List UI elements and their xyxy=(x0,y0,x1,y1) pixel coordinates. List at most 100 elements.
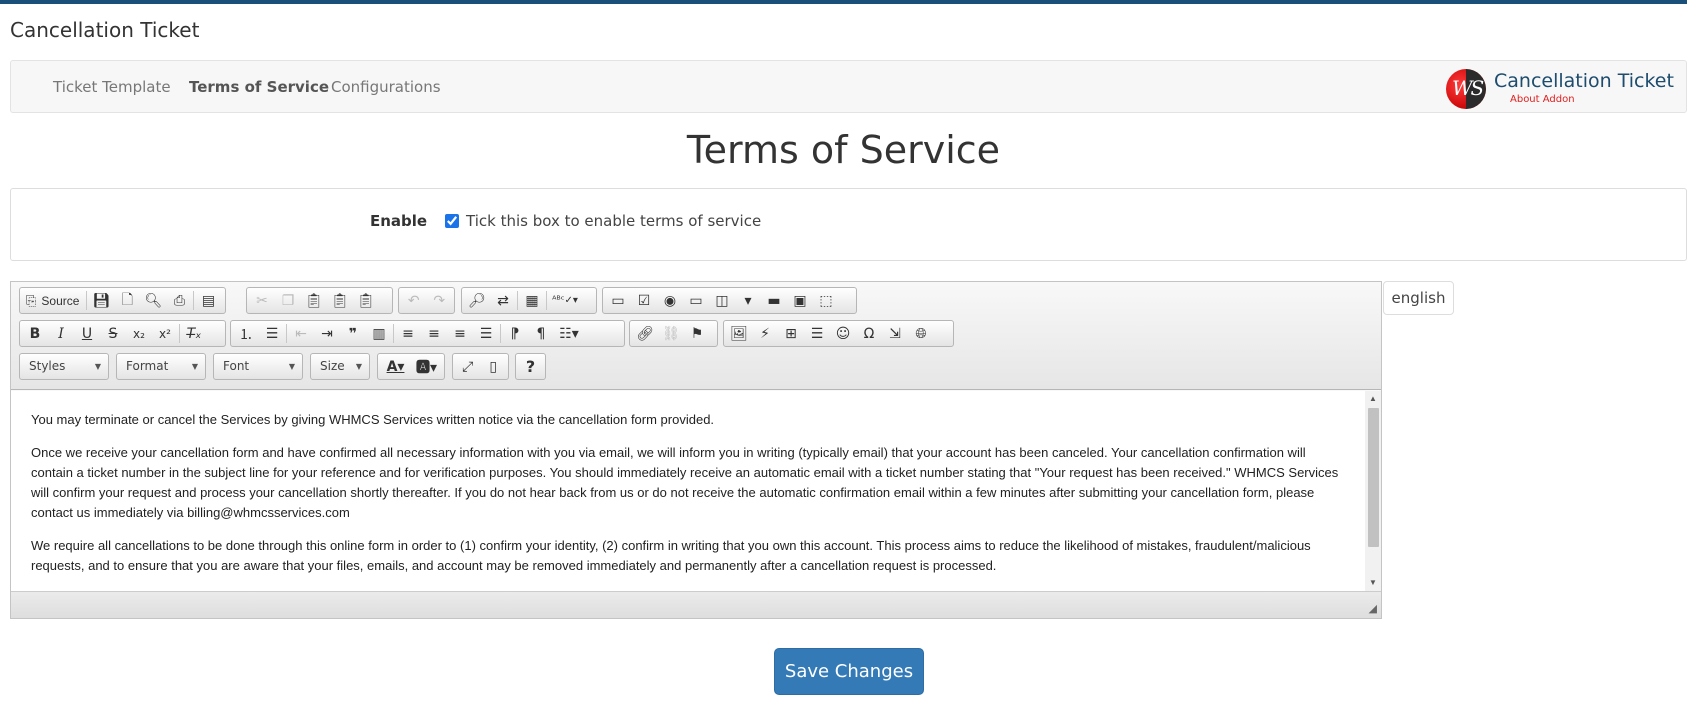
chevron-down-icon: ▼ xyxy=(94,362,101,371)
redo-icon[interactable]: ↷ xyxy=(427,289,453,312)
form-icon[interactable]: ▭ xyxy=(605,289,631,312)
language-icon[interactable]: ☷▾ xyxy=(554,322,584,345)
text-color-icon[interactable]: A▾ xyxy=(380,355,411,378)
link-icon[interactable]: 🔗︎ xyxy=(632,322,658,345)
size-dropdown[interactable]: Size ▼ xyxy=(310,353,370,380)
unlink-icon[interactable]: ⛓ xyxy=(658,322,684,345)
tos-paragraph: We require all cancellations to be done … xyxy=(31,538,1311,573)
indent-icon[interactable]: ⇥ xyxy=(314,322,340,345)
about-addon-link[interactable]: About Addon xyxy=(1510,94,1575,105)
templates-icon[interactable]: ▤ xyxy=(195,289,221,312)
resize-handle-icon[interactable]: ◢ xyxy=(1369,602,1377,615)
source-button[interactable]: ⎘ Source xyxy=(22,289,85,312)
toolbar-tools-group: ⤢ ▯ xyxy=(452,353,509,380)
table-icon[interactable]: ⊞ xyxy=(778,322,804,345)
scroll-thumb[interactable] xyxy=(1368,408,1379,547)
remove-format-icon[interactable]: T̶ₓ xyxy=(181,322,207,345)
horizontal-rule-icon[interactable]: ☰ xyxy=(804,322,830,345)
cut-icon[interactable]: ✂ xyxy=(249,289,275,312)
numbered-list-icon[interactable]: ⒈ xyxy=(233,322,259,345)
paste-word-icon[interactable]: 📋︎ xyxy=(353,289,379,312)
show-blocks-icon[interactable]: ▯ xyxy=(481,355,507,378)
toolbar-colors-group: A▾ 🅰︎▾ xyxy=(377,353,445,380)
tab-terms-of-service[interactable]: Terms of Service xyxy=(189,78,329,96)
align-center-icon[interactable]: ≡ xyxy=(421,322,447,345)
help-icon[interactable]: ? xyxy=(518,355,543,378)
align-left-icon[interactable]: ≡ xyxy=(395,322,421,345)
div-container-icon[interactable]: ▥ xyxy=(366,322,392,345)
radio-icon[interactable]: ◉ xyxy=(657,289,683,312)
button-field-icon[interactable]: ▬ xyxy=(761,289,787,312)
underline-icon[interactable]: U xyxy=(74,322,100,345)
background-color-icon[interactable]: 🅰︎▾ xyxy=(411,355,442,378)
bulleted-list-icon[interactable]: ☰ xyxy=(259,322,285,345)
enable-label: Enable xyxy=(370,212,428,230)
blockquote-icon[interactable]: ❞ xyxy=(340,322,366,345)
rich-text-editor: ⎘ Source 💾︎ 🗋 🔍︎ ⎙ ▤ ✂ ❐ 📋︎ 📋︎ 📋︎ ↶ ↷ 🔎︎ … xyxy=(10,281,1382,619)
undo-icon[interactable]: ↶ xyxy=(401,289,427,312)
tos-paragraph: You may terminate or cancel the Services… xyxy=(31,412,715,427)
save-changes-button[interactable]: Save Changes xyxy=(774,648,924,695)
toolbar-paragraph-group: ⒈ ☰ ⇤ ⇥ ❞ ▥ ≡ ≡ ≡ ☰ ⁋ ¶ ☷▾ xyxy=(230,320,625,347)
checkbox-icon[interactable]: ☑ xyxy=(631,289,657,312)
toolbar-undo-group: ↶ ↷ xyxy=(398,287,455,314)
ltr-icon[interactable]: ⁋ xyxy=(502,322,528,345)
new-page-icon[interactable]: 🗋 xyxy=(114,289,140,312)
format-dropdown[interactable]: Format ▼ xyxy=(116,353,206,380)
tos-paragraph: Once we receive your cancellation form a… xyxy=(31,445,1339,520)
language-tab-english[interactable]: english xyxy=(1383,281,1454,315)
brand-logo: WS xyxy=(1446,69,1486,109)
preview-icon[interactable]: 🔍︎ xyxy=(140,289,166,312)
align-justify-icon[interactable]: ☰ xyxy=(473,322,499,345)
toolbar-find-group: 🔎︎ ⇄ ▦ ᴬᴮᶜ✓▾ xyxy=(461,287,597,314)
paste-text-icon[interactable]: 📋︎ xyxy=(327,289,353,312)
styles-dropdown[interactable]: Styles ▼ xyxy=(19,353,109,380)
scroll-up-arrow-icon[interactable]: ▲ xyxy=(1365,391,1381,407)
chevron-down-icon: ▼ xyxy=(288,362,295,371)
editor-content-area[interactable]: You may terminate or cancel the Services… xyxy=(11,391,1381,591)
toolbar-about-group: ? xyxy=(515,353,546,380)
outdent-icon[interactable]: ⇤ xyxy=(288,322,314,345)
subscript-icon[interactable]: x₂ xyxy=(126,322,152,345)
anchor-icon[interactable]: ⚑ xyxy=(684,322,710,345)
page-break-icon[interactable]: ⇲ xyxy=(882,322,908,345)
enable-panel: Enable Tick this box to enable terms of … xyxy=(10,188,1687,261)
flash-icon[interactable]: ⚡ xyxy=(752,322,778,345)
toolbar-forms-group: ▭ ☑ ◉ ▭ ◫ ▾ ▬ ▣ ⬚ xyxy=(602,287,857,314)
replace-icon[interactable]: ⇄ xyxy=(490,289,516,312)
italic-icon[interactable]: I xyxy=(48,322,74,345)
textfield-icon[interactable]: ▭ xyxy=(683,289,709,312)
textarea-icon[interactable]: ◫ xyxy=(709,289,735,312)
image-icon[interactable]: 🖼︎ xyxy=(726,322,752,345)
editor-toolbar: ⎘ Source 💾︎ 🗋 🔍︎ ⎙ ▤ ✂ ❐ 📋︎ 📋︎ 📋︎ ↶ ↷ 🔎︎ … xyxy=(11,282,1381,390)
tab-ticket-template[interactable]: Ticket Template xyxy=(53,78,171,96)
spellcheck-icon[interactable]: ᴬᴮᶜ✓▾ xyxy=(548,289,582,312)
brand-title: Cancellation Ticket xyxy=(1494,70,1674,92)
select-field-icon[interactable]: ▾ xyxy=(735,289,761,312)
save-icon[interactable]: 💾︎ xyxy=(88,289,114,312)
select-all-icon[interactable]: ▦ xyxy=(519,289,545,312)
editor-scrollbar[interactable]: ▲ ▼ xyxy=(1365,391,1381,591)
paste-icon[interactable]: 📋︎ xyxy=(301,289,327,312)
print-icon[interactable]: ⎙ xyxy=(166,289,192,312)
tab-configurations[interactable]: Configurations xyxy=(331,78,441,96)
font-dropdown[interactable]: Font ▼ xyxy=(213,353,303,380)
bold-icon[interactable]: B xyxy=(22,322,48,345)
toolbar-clipboard-group: ✂ ❐ 📋︎ 📋︎ 📋︎ xyxy=(246,287,393,314)
iframe-icon[interactable]: 🌐︎ xyxy=(908,322,934,345)
rtl-icon[interactable]: ¶ xyxy=(528,322,554,345)
chevron-down-icon: ▼ xyxy=(355,362,362,371)
copy-icon[interactable]: ❐ xyxy=(275,289,301,312)
scroll-down-arrow-icon[interactable]: ▼ xyxy=(1365,575,1381,591)
special-char-icon[interactable]: Ω xyxy=(856,322,882,345)
image-button-icon[interactable]: ▣ xyxy=(787,289,813,312)
maximize-icon[interactable]: ⤢ xyxy=(455,355,481,378)
strikethrough-icon[interactable]: S xyxy=(100,322,126,345)
page-title: Terms of Service xyxy=(686,128,1001,172)
align-right-icon[interactable]: ≡ xyxy=(447,322,473,345)
find-icon[interactable]: 🔎︎ xyxy=(464,289,490,312)
smiley-icon[interactable]: ☺ xyxy=(830,322,856,345)
hidden-field-icon[interactable]: ⬚ xyxy=(813,289,839,312)
enable-tos-checkbox[interactable] xyxy=(445,214,459,228)
superscript-icon[interactable]: x² xyxy=(152,322,178,345)
